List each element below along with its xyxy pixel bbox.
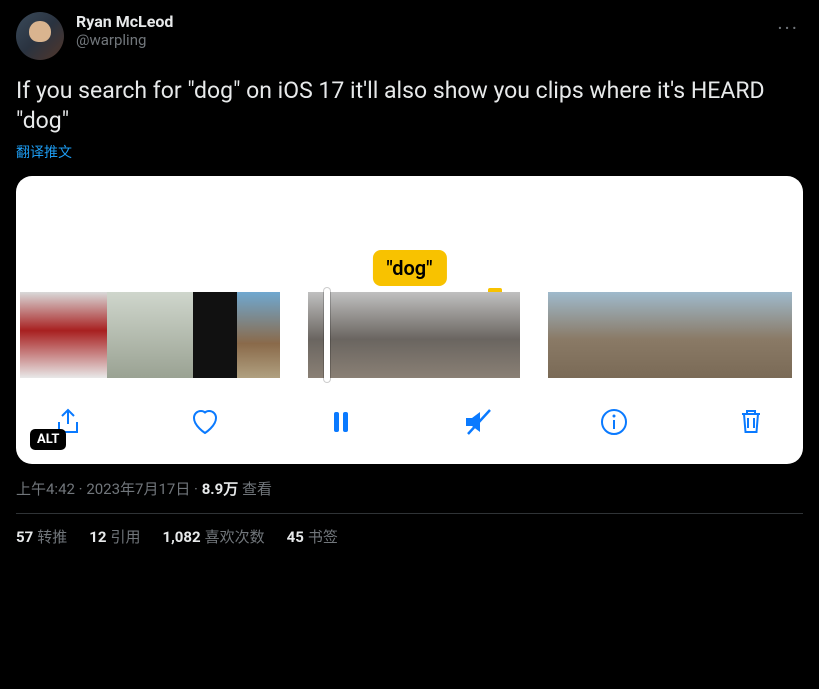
post-time[interactable]: 上午4:42 xyxy=(16,480,75,498)
clip-frame xyxy=(751,292,792,378)
clip-frame xyxy=(193,292,236,378)
translate-link[interactable]: 翻译推文 xyxy=(16,142,72,162)
heart-icon[interactable] xyxy=(187,404,223,440)
clip-frame xyxy=(548,292,589,378)
tweet-header: Ryan McLeod @warpling ··· xyxy=(16,12,803,60)
clip-frame xyxy=(670,292,711,378)
clip-frame xyxy=(379,292,450,378)
video-timeline[interactable] xyxy=(16,292,803,386)
divider xyxy=(16,513,803,514)
alt-badge[interactable]: ALT xyxy=(30,429,66,450)
post-date[interactable]: 2023年7月17日 xyxy=(86,480,190,498)
caption-row: "dog" xyxy=(16,182,803,292)
caption-bubble: "dog" xyxy=(372,250,446,286)
media-toolbar xyxy=(16,386,803,464)
clip-frame xyxy=(711,292,752,378)
clip-frame xyxy=(150,292,193,378)
views-label: 查看 xyxy=(238,480,272,498)
media-card: "dog" xyxy=(16,176,803,464)
avatar[interactable] xyxy=(16,12,64,60)
playhead[interactable] xyxy=(324,288,330,382)
likes-stat[interactable]: 1,082喜欢次数 xyxy=(162,526,264,547)
handle: @warpling xyxy=(76,31,173,49)
clip-group-1[interactable] xyxy=(20,292,280,378)
clip-frame xyxy=(20,292,63,378)
views-count: 8.9万 xyxy=(202,480,239,498)
trash-icon[interactable] xyxy=(733,404,769,440)
more-icon[interactable]: ··· xyxy=(773,12,803,44)
clip-frame xyxy=(308,292,379,378)
clip-frame xyxy=(63,292,106,378)
quotes-stat[interactable]: 12引用 xyxy=(89,526,140,547)
tweet-text: If you search for "dog" on iOS 17 it'll … xyxy=(16,76,803,136)
clip-group-2[interactable] xyxy=(308,292,520,378)
clip-frame xyxy=(629,292,670,378)
clip-frame xyxy=(589,292,630,378)
meta-row: 上午4:42 · 2023年7月17日 · 8.9万 查看 xyxy=(16,478,803,499)
bookmarks-stat[interactable]: 45书签 xyxy=(287,526,338,547)
clip-frame xyxy=(107,292,150,378)
pause-icon[interactable] xyxy=(323,404,359,440)
tweet-container: Ryan McLeod @warpling ··· If you search … xyxy=(0,0,819,559)
display-name: Ryan McLeod xyxy=(76,12,173,31)
clip-frame xyxy=(449,292,520,378)
info-icon[interactable] xyxy=(596,404,632,440)
retweets-stat[interactable]: 57转推 xyxy=(16,526,67,547)
stats-row: 57转推 12引用 1,082喜欢次数 45书签 xyxy=(16,526,803,547)
author-block[interactable]: Ryan McLeod @warpling xyxy=(76,12,173,49)
clip-frame xyxy=(237,292,280,378)
mute-icon[interactable] xyxy=(460,404,496,440)
clip-group-3[interactable] xyxy=(548,292,792,378)
